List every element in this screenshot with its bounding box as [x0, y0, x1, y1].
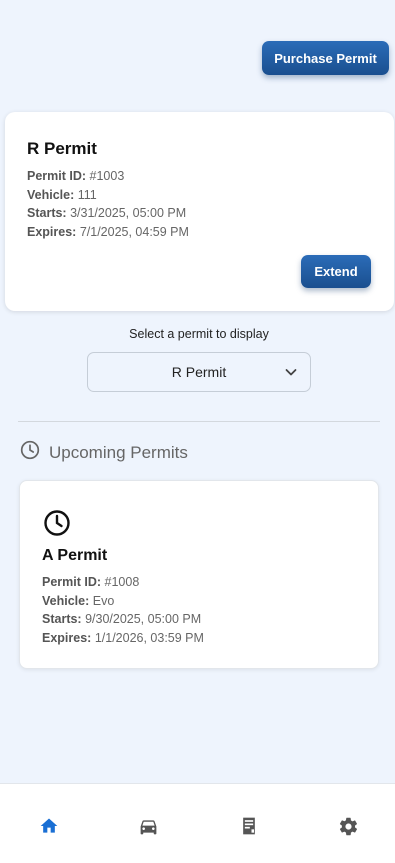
chevron-down-icon: [284, 365, 298, 382]
starts-value: 3/31/2025, 05:00 PM: [70, 206, 187, 220]
permit-id-value: #1003: [89, 169, 125, 183]
vehicle-label: Vehicle:: [27, 187, 75, 202]
current-permit-card: R Permit Permit ID: #1003 Vehicle: 111 S…: [5, 112, 394, 311]
divider: [18, 421, 380, 422]
permit-select[interactable]: R Permit: [87, 352, 311, 392]
purchase-permit-button[interactable]: Purchase Permit: [262, 41, 389, 75]
starts-value: 9/30/2025, 05:00 PM: [85, 612, 202, 626]
expires-value: 1/1/2026, 03:59 PM: [94, 630, 204, 645]
starts-label: Starts:: [42, 612, 82, 626]
permit-title: R Permit: [27, 139, 97, 158]
starts-row: Starts: 9/30/2025, 05:00 PM: [42, 610, 204, 629]
permit-select-value: R Permit: [171, 364, 227, 380]
bottom-nav: [0, 783, 395, 863]
upcoming-permit-card: A Permit Permit ID: #1008 Vehicle: Evo S…: [19, 480, 379, 669]
expires-value: 7/1/2025, 04:59 PM: [79, 224, 189, 239]
vehicle-row: Vehicle: 111: [27, 186, 189, 205]
starts-row: Starts: 3/31/2025, 05:00 PM: [27, 204, 189, 223]
clock-icon: [43, 509, 71, 542]
expires-row: Expires: 1/1/2026, 03:59 PM: [42, 629, 204, 648]
select-permit-label: Select a permit to display: [129, 327, 269, 341]
permit-document-icon: [243, 817, 255, 835]
car-icon: [140, 819, 156, 834]
extend-button[interactable]: Extend: [301, 255, 371, 288]
vehicle-row: Vehicle: Evo: [42, 592, 204, 611]
permit-id-row: Permit ID: #1008: [42, 573, 204, 592]
clock-icon: [20, 440, 40, 465]
upcoming-permits-title: Upcoming Permits: [49, 442, 188, 462]
nav-vehicles[interactable]: [137, 815, 159, 837]
permit-id-label: Permit ID:: [42, 575, 102, 589]
vehicle-value: 111: [77, 187, 97, 202]
starts-label: Starts:: [27, 206, 67, 220]
permit-id-label: Permit ID:: [27, 169, 87, 183]
expires-label: Expires:: [42, 630, 92, 645]
permit-id-value: #1008: [104, 575, 140, 589]
expires-label: Expires:: [27, 224, 77, 239]
home-icon: [40, 818, 58, 833]
upcoming-permits-heading: Upcoming Permits: [20, 440, 188, 465]
gear-icon: [339, 817, 357, 835]
vehicle-label: Vehicle:: [42, 593, 90, 608]
upcoming-permit-title: A Permit: [42, 547, 108, 564]
nav-permits[interactable]: [238, 815, 260, 837]
nav-home[interactable]: [38, 815, 60, 837]
upcoming-permit-details: Permit ID: #1008 Vehicle: Evo Starts: 9/…: [42, 573, 204, 647]
nav-settings[interactable]: [337, 815, 359, 837]
permit-id-row: Permit ID: #1003: [27, 167, 189, 186]
expires-row: Expires: 7/1/2025, 04:59 PM: [27, 223, 189, 242]
permit-details: Permit ID: #1003 Vehicle: 111 Starts: 3/…: [27, 167, 189, 241]
vehicle-value: Evo: [92, 593, 115, 608]
